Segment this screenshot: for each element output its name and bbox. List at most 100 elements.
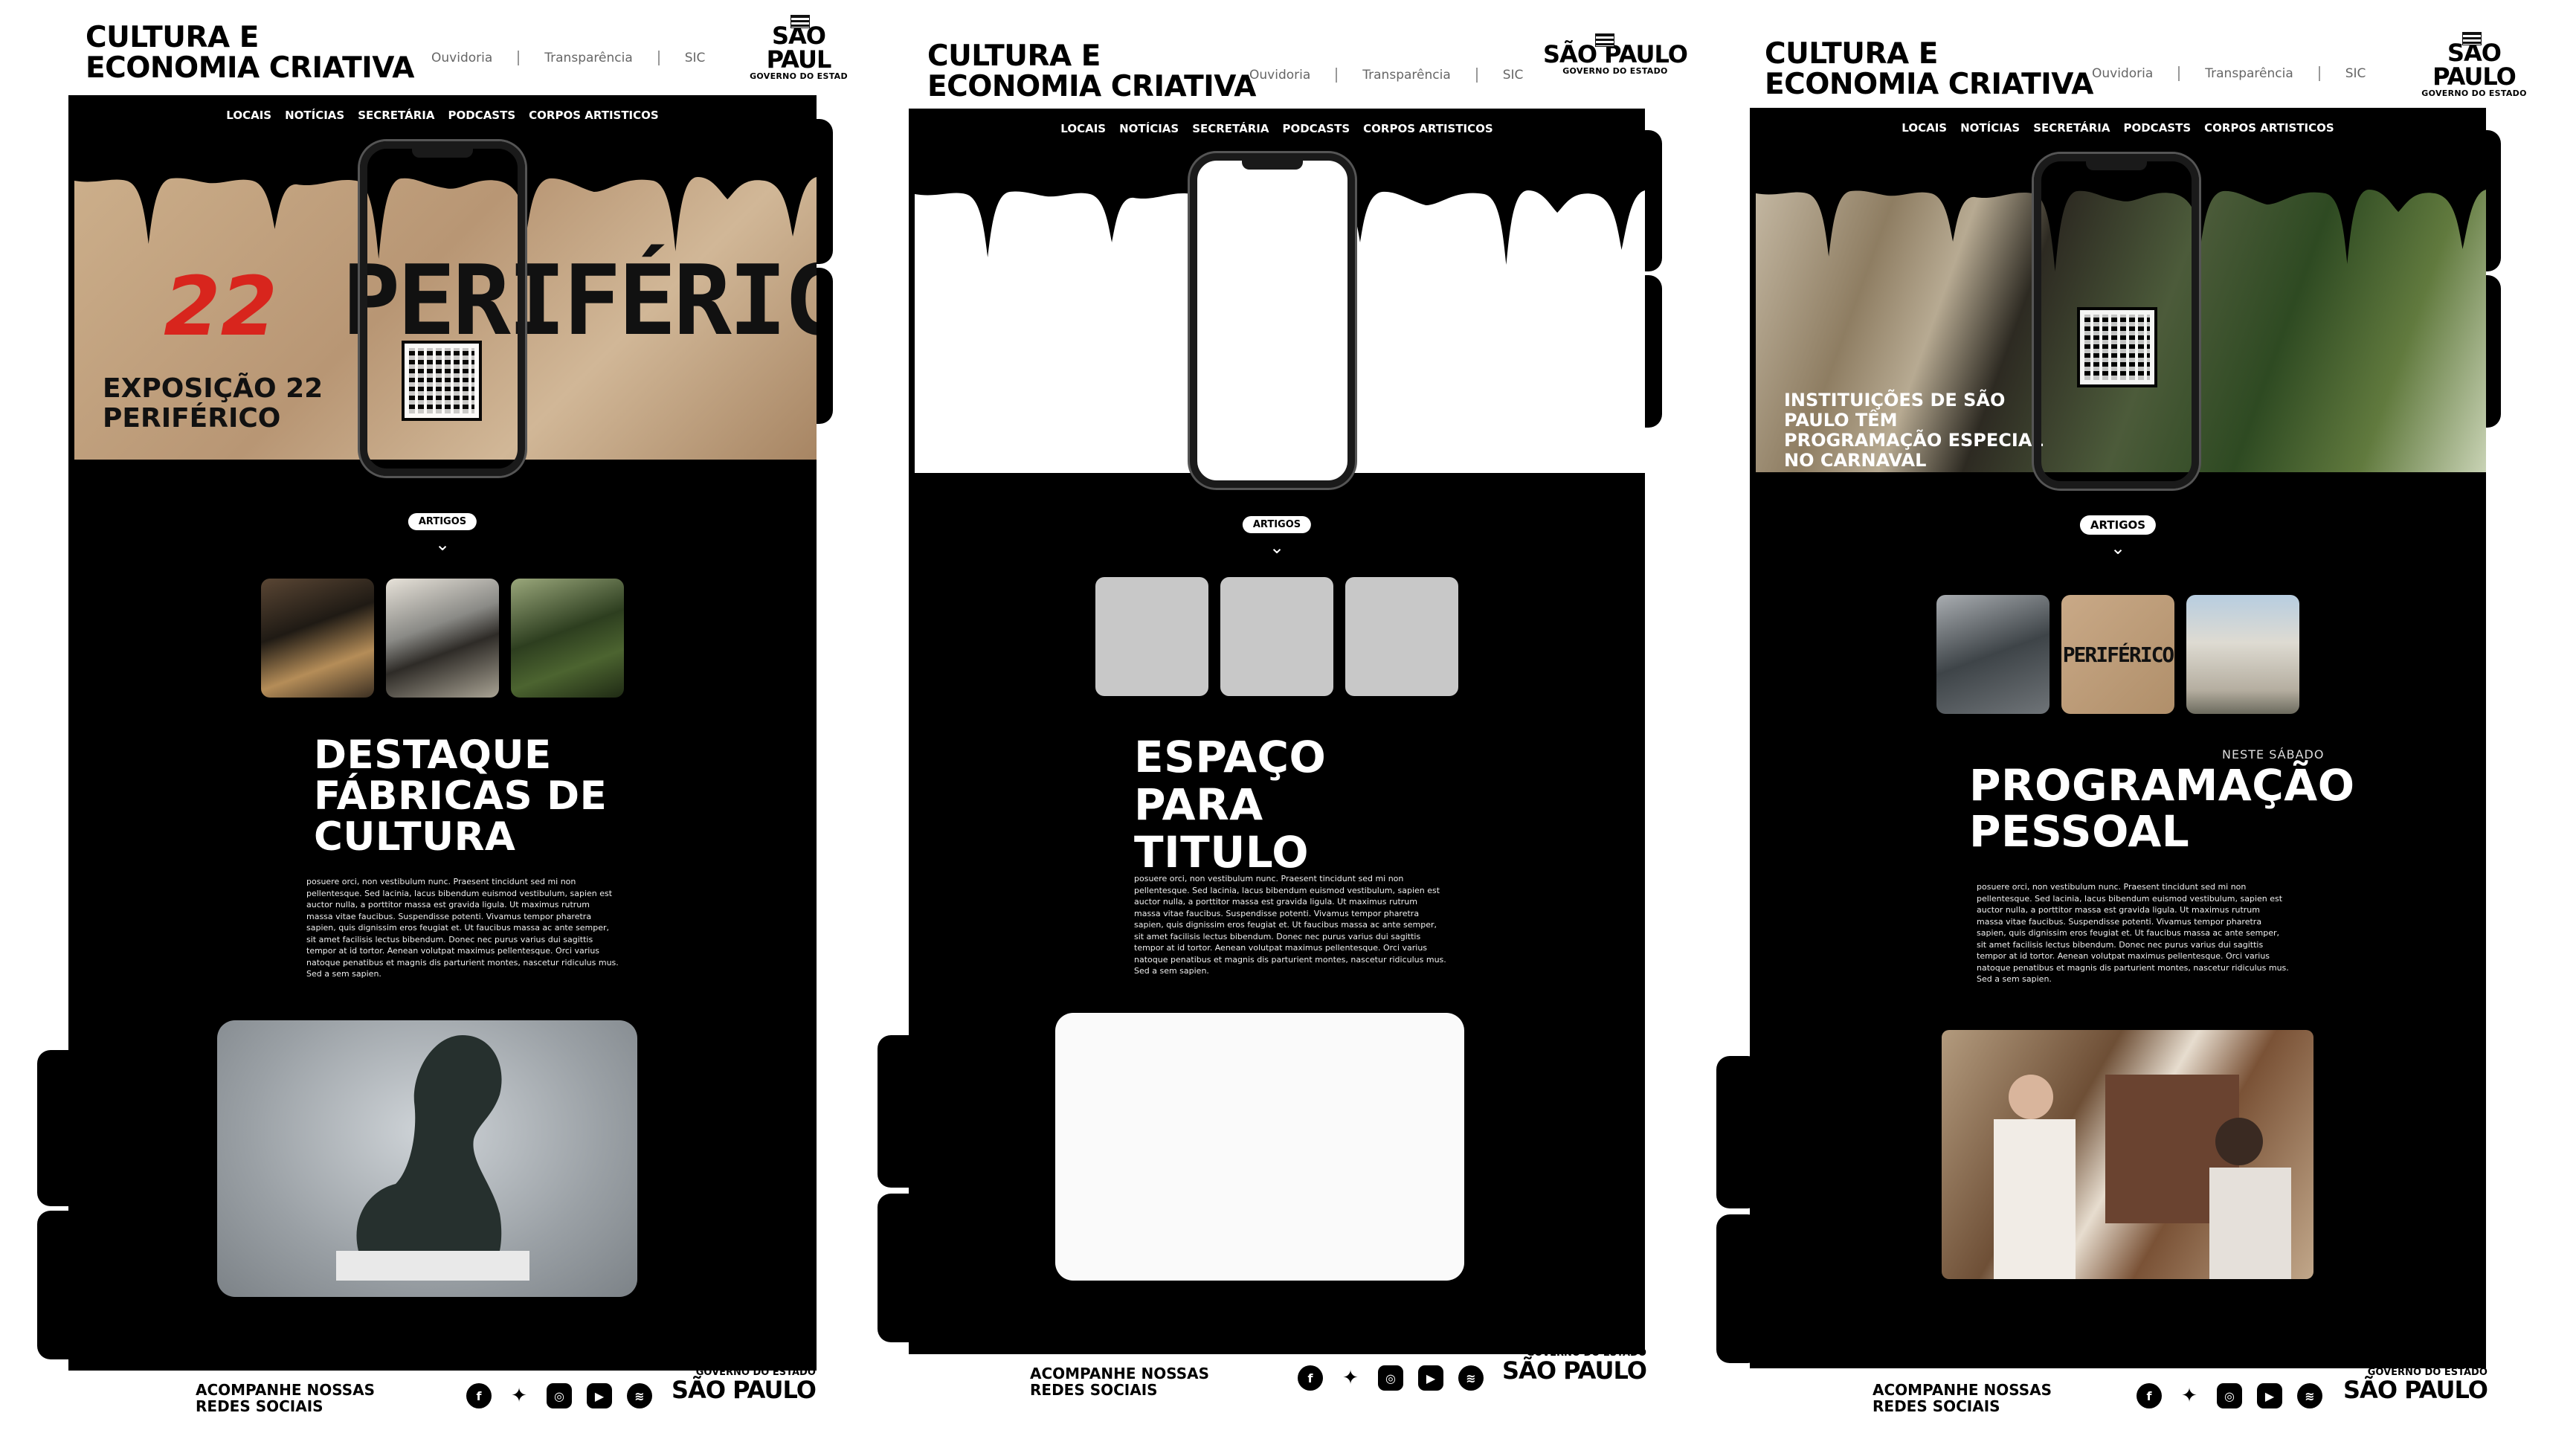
sic-link[interactable]: SIC bbox=[685, 51, 706, 65]
nav-locais[interactable]: LOCAIS bbox=[1902, 121, 1947, 135]
youtube-icon[interactable]: ▶ bbox=[2257, 1383, 2282, 1408]
nav-locais[interactable]: LOCAIS bbox=[1060, 122, 1106, 135]
sculpture-figure bbox=[336, 1035, 529, 1281]
artigos-tag[interactable]: ARTIGOS bbox=[1242, 516, 1312, 533]
page-frame: LOCAIS NOTÍCIAS SECRETÁRIA PODCASTS CORP… bbox=[1750, 108, 2486, 1368]
mockup-panel-2: CULTURA E ECONOMIA CRIATIVA Ouvidoria Tr… bbox=[874, 0, 1699, 1436]
nav-podcasts[interactable]: PODCASTS bbox=[2123, 121, 2191, 135]
social-links: f ✦ ◎ ▶ ≋ bbox=[1298, 1365, 1484, 1391]
body-text: posuere orci, non vestibulum nunc. Praes… bbox=[1977, 882, 2289, 984]
featured-image[interactable] bbox=[1942, 1030, 2313, 1279]
transparencia-link[interactable]: Transparência bbox=[1362, 68, 1450, 83]
spotify-icon[interactable]: ≋ bbox=[1458, 1365, 1484, 1391]
thumbnail[interactable] bbox=[261, 579, 374, 698]
divider bbox=[2318, 66, 2320, 81]
nav-noticias[interactable]: NOTÍCIAS bbox=[1119, 122, 1179, 135]
flag-icon bbox=[1595, 33, 1614, 47]
nav-corpos-artisticos[interactable]: CORPOS ARTISTICOS bbox=[1363, 122, 1493, 135]
divider bbox=[1336, 68, 1338, 83]
twitter-icon[interactable]: ✦ bbox=[506, 1383, 532, 1408]
youtube-icon[interactable]: ▶ bbox=[1418, 1365, 1443, 1391]
nav-noticias[interactable]: NOTÍCIAS bbox=[285, 109, 344, 122]
chevron-down-icon[interactable]: ⌄ bbox=[2110, 538, 2125, 558]
chevron-down-icon[interactable]: ⌄ bbox=[435, 534, 450, 555]
thumbnail[interactable] bbox=[2186, 595, 2299, 714]
artigos-tag[interactable]: ARTIGOS bbox=[2079, 515, 2157, 535]
spotify-icon[interactable]: ≋ bbox=[2297, 1383, 2322, 1408]
nav-corpos-artisticos[interactable]: CORPOS ARTISTICOS bbox=[2204, 121, 2334, 135]
thumbnail[interactable]: PERIFÉRICO bbox=[2061, 595, 2174, 714]
nav-secretaria[interactable]: SECRETÁRIA bbox=[1192, 122, 1269, 135]
page-frame: LOCAIS NOTÍCIAS SECRETÁRIA PODCASTS CORP… bbox=[909, 109, 1645, 1354]
instagram-icon[interactable]: ◎ bbox=[2217, 1383, 2242, 1408]
social-links: f ✦ ◎ ▶ ≋ bbox=[466, 1383, 652, 1408]
section-title: ESPAÇO PARA TITULO bbox=[1134, 732, 1327, 878]
facebook-icon[interactable]: f bbox=[2137, 1383, 2162, 1408]
nav-noticias[interactable]: NOTÍCIAS bbox=[1960, 121, 2020, 135]
sao-paulo-logo[interactable]: SÃO PAUL GOVERNO DO ESTAD bbox=[738, 15, 859, 81]
featured-image[interactable] bbox=[217, 1020, 637, 1297]
footer-logo[interactable]: GOVERNO DO ESTADO SÃO PAULO bbox=[1502, 1348, 1647, 1382]
nav-locais[interactable]: LOCAIS bbox=[226, 109, 271, 122]
nav-podcasts[interactable]: PODCASTS bbox=[1282, 122, 1350, 135]
transparencia-link[interactable]: Transparência bbox=[2205, 66, 2293, 81]
featured-image-placeholder[interactable] bbox=[1055, 1013, 1464, 1281]
phone-mockup bbox=[360, 141, 525, 476]
nav-podcasts[interactable]: PODCASTS bbox=[448, 109, 515, 122]
thumbnail[interactable] bbox=[511, 579, 624, 698]
instagram-icon[interactable]: ◎ bbox=[547, 1383, 572, 1408]
hero-title[interactable]: EXPOSIÇÃO 22 PERIFÉRICO bbox=[103, 374, 348, 434]
instagram-icon[interactable]: ◎ bbox=[1378, 1365, 1403, 1391]
spotify-icon[interactable]: ≋ bbox=[627, 1383, 652, 1408]
twitter-icon[interactable]: ✦ bbox=[1338, 1365, 1363, 1391]
section-title: PROGRAMAÇÃO PESSOAL bbox=[1969, 760, 2355, 857]
ouvidoria-link[interactable]: Ouvidoria bbox=[431, 51, 492, 65]
body-text: posuere orci, non vestibulum nunc. Praes… bbox=[1134, 874, 1446, 976]
divider bbox=[2178, 66, 2180, 81]
thumbnail-placeholder[interactable] bbox=[1220, 577, 1333, 696]
flag-icon bbox=[2462, 32, 2482, 45]
mockup-panel-3: CULTURA E ECONOMIA CRIATIVA Ouvidoria Tr… bbox=[1713, 0, 2538, 1436]
divider bbox=[1475, 68, 1478, 83]
hero-number: 22 bbox=[164, 259, 278, 354]
thumbnail-placeholder[interactable] bbox=[1095, 577, 1208, 696]
divider bbox=[518, 51, 520, 65]
ouvidoria-link[interactable]: Ouvidoria bbox=[1249, 68, 1310, 83]
phone-notch bbox=[412, 147, 473, 158]
twitter-icon[interactable]: ✦ bbox=[2177, 1383, 2202, 1408]
site-title[interactable]: CULTURA E ECONOMIA CRIATIVA bbox=[86, 22, 414, 83]
musicians-photo bbox=[1994, 1075, 2291, 1279]
sao-paulo-logo[interactable]: SÃO PAULO GOVERNO DO ESTADO bbox=[2410, 32, 2538, 98]
mockup-panel-1: CULTURA E ECONOMIA CRIATIVA Ouvidoria Tr… bbox=[33, 0, 859, 1436]
qr-code bbox=[402, 341, 482, 421]
facebook-icon[interactable]: f bbox=[1298, 1365, 1323, 1391]
main-nav: LOCAIS NOTÍCIAS SECRETÁRIA PODCASTS CORP… bbox=[909, 122, 1645, 135]
nav-secretaria[interactable]: SECRETÁRIA bbox=[358, 109, 434, 122]
article-thumbs bbox=[909, 577, 1645, 696]
site-title[interactable]: CULTURA E ECONOMIA CRIATIVA bbox=[927, 41, 1256, 102]
top-links: Ouvidoria Transparência SIC bbox=[2092, 66, 2366, 81]
thumbnail[interactable] bbox=[1936, 595, 2049, 714]
sao-paulo-logo[interactable]: SÃO PAULO GOVERNO DO ESTADO bbox=[1543, 33, 1688, 76]
sic-link[interactable]: SIC bbox=[1503, 68, 1524, 83]
hero-title[interactable]: INSTITUIÇÕES DE SÃO PAULO TÊM PROGRAMAÇÃ… bbox=[1784, 390, 2052, 471]
section-title: DESTAQUE FÁBRICAS DE CULTURA bbox=[314, 733, 608, 860]
thumbnail-placeholder[interactable] bbox=[1345, 577, 1458, 696]
sic-link[interactable]: SIC bbox=[2345, 66, 2366, 81]
youtube-icon[interactable]: ▶ bbox=[587, 1383, 612, 1408]
page-frame: LOCAIS NOTÍCIAS SECRETÁRIA PODCASTS CORP… bbox=[68, 95, 817, 1371]
nav-corpos-artisticos[interactable]: CORPOS ARTISTICOS bbox=[529, 109, 659, 122]
nav-secretaria[interactable]: SECRETÁRIA bbox=[2033, 121, 2110, 135]
artigos-tag[interactable]: ARTIGOS bbox=[408, 513, 477, 530]
top-links: Ouvidoria Transparência SIC bbox=[431, 51, 705, 65]
footer-logo[interactable]: GOVERNO DO ESTADO SÃO PAULO bbox=[672, 1367, 817, 1402]
article-thumbs bbox=[68, 579, 817, 698]
transparencia-link[interactable]: Transparência bbox=[544, 51, 632, 65]
footer-logo[interactable]: GOVERNO DO ESTADO SÃO PAULO bbox=[2343, 1367, 2488, 1402]
follow-social-text: ACOMPANHE NOSSAS REDES SOCIAIS bbox=[196, 1381, 375, 1415]
thumbnail[interactable] bbox=[386, 579, 499, 698]
facebook-icon[interactable]: f bbox=[466, 1383, 492, 1408]
chevron-down-icon[interactable]: ⌄ bbox=[1269, 537, 1284, 558]
site-title[interactable]: CULTURA E ECONOMIA CRIATIVA bbox=[1765, 39, 2093, 100]
ouvidoria-link[interactable]: Ouvidoria bbox=[2092, 66, 2153, 81]
